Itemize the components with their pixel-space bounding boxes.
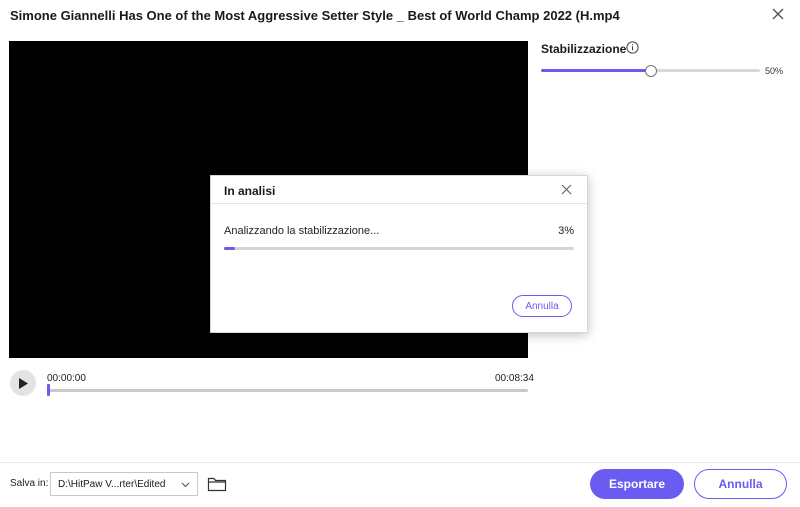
- stabilization-label: Stabilizzazione: [541, 42, 627, 56]
- window-title: Simone Giannelli Has One of the Most Agg…: [10, 8, 620, 23]
- stabilization-value: 50%: [765, 66, 784, 76]
- dialog-cancel-button[interactable]: Annulla: [512, 295, 572, 317]
- export-button[interactable]: Esportare: [590, 469, 684, 499]
- stabilization-slider-thumb[interactable]: [644, 65, 657, 77]
- timeline-track[interactable]: [47, 389, 528, 392]
- total-duration: 00:08:34: [495, 373, 534, 384]
- current-time: 00:00:00: [47, 373, 86, 384]
- analysis-status: Analizzando la stabilizzazione...: [224, 225, 380, 237]
- folder-icon[interactable]: [207, 476, 227, 492]
- dialog-divider: [211, 203, 587, 204]
- analysis-progress-fill: [224, 247, 235, 250]
- close-icon[interactable]: [770, 6, 786, 22]
- footer-divider: [0, 462, 800, 463]
- save-path-value: D:\HitPaw V...rter\Edited: [58, 478, 166, 490]
- analysis-percent: 3%: [558, 225, 574, 237]
- dialog-title: In analisi: [224, 184, 276, 198]
- analysis-progress-track: [224, 247, 574, 250]
- save-location-label: Salva in:: [10, 478, 49, 489]
- play-icon: [19, 377, 28, 389]
- info-icon[interactable]: [626, 41, 639, 54]
- dialog-close-icon[interactable]: [560, 183, 573, 196]
- stabilization-slider-fill: [541, 69, 651, 72]
- chevron-down-icon: [181, 482, 190, 488]
- save-path-select[interactable]: D:\HitPaw V...rter\Edited: [50, 472, 198, 496]
- play-button[interactable]: [10, 370, 36, 396]
- cancel-button[interactable]: Annulla: [694, 469, 787, 499]
- analysis-dialog: In analisi Analizzando la stabilizzazion…: [210, 175, 588, 333]
- timeline-playhead[interactable]: [47, 384, 50, 396]
